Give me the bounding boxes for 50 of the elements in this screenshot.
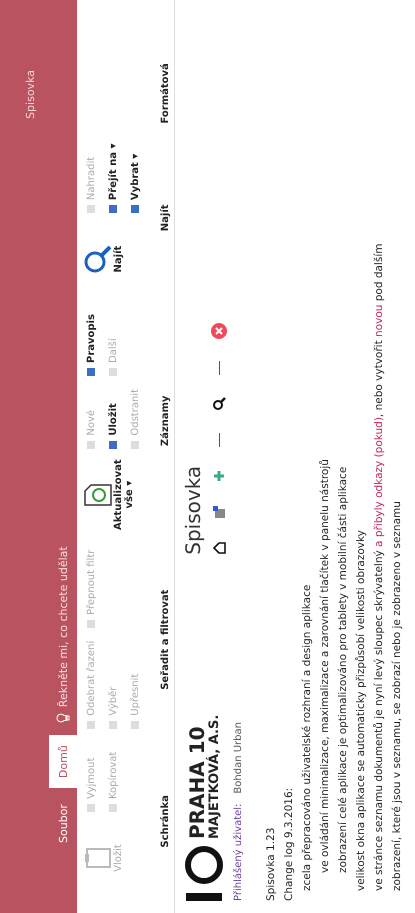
changelog-item: zcela přepracováno uživatelské rozhraní a design aplikace — [300, 584, 314, 893]
add-icon[interactable] — [212, 468, 226, 483]
lightbulb-icon — [56, 713, 70, 724]
search-icon[interactable] — [212, 396, 226, 411]
ribbon-button[interactable]: Najít — [81, 224, 160, 294]
square-icon — [86, 618, 96, 629]
group-label: Formátová — [160, 63, 172, 124]
ribbon-button[interactable]: Uložit — [103, 387, 123, 452]
user-link[interactable]: Přihlášený uživatel: — [233, 804, 244, 901]
group-label: Seřadit a filtrovat — [160, 590, 172, 690]
square-icon — [86, 367, 96, 377]
close-icon[interactable] — [211, 322, 227, 339]
changelog-item: zobrazení, které jsou v seznamu, se zobrazí nebo je zobrazeno v seznamu — [390, 500, 404, 893]
group-label: Najít — [160, 204, 172, 232]
version-text: Spisovka 1.23 — [264, 826, 278, 901]
square-icon — [108, 440, 118, 450]
ribbon-button[interactable]: Vybrat ▾ — [125, 142, 145, 216]
user-name: Bohdan Urban — [233, 722, 244, 794]
page-title: Spisovka — [181, 464, 205, 555]
edit-icon[interactable] — [212, 504, 226, 519]
window-title: Spisovka — [24, 70, 36, 119]
square-icon — [108, 367, 118, 377]
square-icon — [86, 440, 96, 450]
changelog-title: Change log 9.3.2016: — [282, 786, 296, 901]
square-icon — [86, 204, 96, 214]
tell-me-field[interactable]: Řekněte mi, co chcete udělat — [49, 509, 77, 730]
square-icon — [130, 720, 140, 730]
changelog-item: zobrazení celé aplikace je optimalizováno pro tablety v mobilní části aplikace — [336, 466, 350, 875]
logo-subtitle: MAJETKOVÁ, A.S. — [206, 714, 222, 839]
group-label: Záznamy — [160, 396, 172, 446]
home-icon[interactable] — [212, 540, 226, 555]
ribbon-tab[interactable]: Domů — [49, 735, 77, 788]
changelog-item: ve ovládání minimalizace, maximalizace a zarovnání tlačítek v panelu nástrojů — [318, 458, 332, 875]
square-icon — [86, 803, 96, 813]
square-icon — [130, 204, 140, 214]
square-icon — [86, 720, 96, 730]
group-label: Schránka — [160, 795, 172, 848]
ribbon-button[interactable]: Pravopis — [81, 312, 101, 379]
square-icon — [108, 720, 118, 730]
logo-icon — [184, 845, 224, 901]
square-icon — [108, 803, 118, 813]
search-icon — [83, 244, 113, 274]
square-icon — [108, 204, 118, 214]
ribbon-button[interactable]: Aktualizovat vše ▾ — [81, 460, 160, 530]
square-icon — [130, 440, 140, 450]
changelog-item: velikost okna aplikace se automaticky přizpůsobí velikosti obrazovky — [354, 529, 368, 893]
changelog-item: ve stránce seznamu dokumentů je nyní levý sloupec skrývatelný a přibyly odkazy (pokud), nebo vytvořit novou pod dalším — [372, 242, 386, 893]
ribbon-tab[interactable]: Soubor — [49, 794, 77, 853]
logo-text: PRAHA 10 — [186, 726, 206, 839]
ribbon-button[interactable]: Přejít na ▾ — [103, 142, 123, 216]
